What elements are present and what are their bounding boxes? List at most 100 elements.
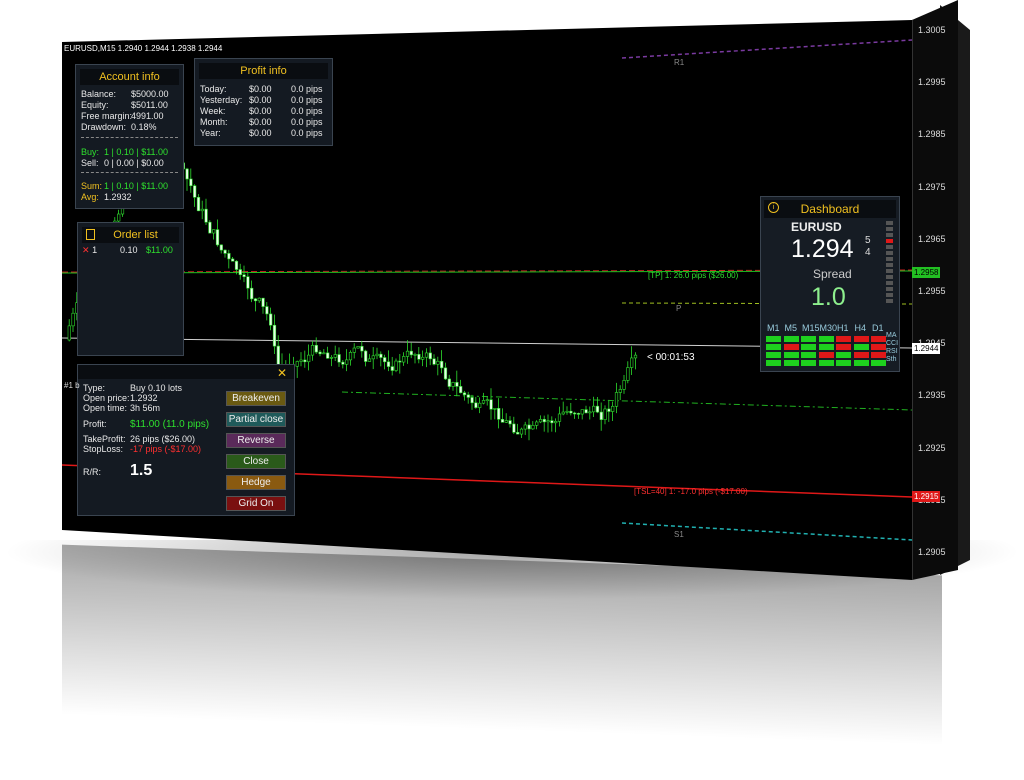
buy-value: 1 | 0.10 | $11.00: [104, 147, 169, 157]
signal-cell: [871, 336, 886, 342]
candle-body: [326, 352, 330, 359]
price-main: 1.294: [791, 235, 854, 263]
candle-body: [398, 360, 402, 363]
symbol-bar: EURUSD,M15 1.2940 1.2944 1.2938 1.2944: [64, 44, 223, 53]
meter-segment: [886, 239, 893, 243]
spread-meter: [886, 221, 893, 307]
order-list-panel: Order list ✕ 1 0.10 $11.00: [77, 222, 184, 356]
candle-body: [67, 325, 71, 341]
candle-body: [500, 419, 505, 423]
candle-body: [436, 360, 440, 365]
candle-body: [569, 410, 573, 414]
candle-body: [462, 392, 467, 396]
candle-body: [432, 358, 436, 365]
order-list-title-text: Order list: [113, 229, 158, 241]
candle-body: [356, 346, 360, 349]
dashboard-title-text: Dashboard: [800, 202, 860, 216]
dashboard-symbol: EURUSD: [791, 220, 842, 234]
candle-body: [215, 229, 220, 246]
order-row[interactable]: ✕ 1: [82, 245, 97, 256]
candle-body: [470, 397, 474, 404]
sum-label: Sum:: [81, 181, 103, 191]
action-button-reverse[interactable]: Reverse: [226, 433, 286, 448]
close-panel-icon[interactable]: ✕: [277, 366, 287, 380]
candle-body: [341, 361, 345, 365]
action-button-grid-on[interactable]: Grid On: [226, 496, 286, 511]
dashboard-panel: i Dashboard EURUSD 1.294 5 4 Spread 1.0 …: [760, 196, 900, 372]
candle-body: [219, 244, 223, 251]
account-row-value: 4991.00: [131, 111, 164, 121]
order-id: 1: [92, 245, 98, 255]
type-label: Type:: [83, 383, 106, 393]
close-order-icon[interactable]: ✕: [82, 245, 90, 255]
tsl-line-label[interactable]: [TSL=40] 1: -17.0 pips (-$17.00): [632, 486, 750, 497]
meter-segment: [886, 263, 893, 267]
sl-price-tag: 1.2915: [912, 491, 941, 502]
signal-cell: [818, 360, 834, 366]
order-detail-panel: ✕ Type: Buy 0.10 lots Open price: 1.2932…: [77, 364, 295, 516]
candle-body: [428, 352, 432, 360]
info-icon[interactable]: i: [768, 202, 779, 213]
candle-body: [565, 410, 569, 413]
profit-label: Profit:: [83, 419, 107, 429]
candle-body: [322, 352, 326, 355]
candle-body: [405, 350, 410, 357]
candle-body: [348, 352, 353, 361]
spread-value: 1.0: [811, 283, 846, 311]
profit-row-usd: $0.00: [249, 117, 272, 127]
chart-reflection: [62, 544, 942, 776]
meter-segment: [886, 257, 893, 261]
candle-body: [546, 420, 550, 423]
candle-body: [576, 413, 581, 415]
candle-body: [614, 392, 619, 407]
candle-body: [337, 354, 341, 363]
candle-body: [265, 306, 269, 315]
candle-body: [318, 351, 322, 355]
candle-body: [607, 408, 611, 412]
meter-segment: [886, 227, 893, 231]
signal-cell: [801, 344, 816, 350]
action-button-partial-close[interactable]: Partial close: [226, 412, 286, 427]
action-button-breakeven[interactable]: Breakeven: [226, 391, 286, 406]
candle-body: [250, 287, 254, 300]
tp-price-tag: 1.2958: [912, 267, 941, 278]
candle-body: [550, 420, 554, 424]
candle-body: [478, 402, 482, 408]
profit-row-label: Year:: [200, 128, 221, 138]
type-value: Buy 0.10 lots: [130, 383, 183, 393]
candle-body: [375, 353, 379, 357]
signal-cell: [853, 352, 869, 358]
profit-row-pips: 0.0 pips: [291, 106, 323, 116]
candle-body: [253, 298, 258, 302]
profit-row-label: Yesterday:: [200, 95, 243, 105]
candle-body: [231, 258, 235, 262]
candle-body: [257, 297, 261, 302]
candle-body: [386, 361, 391, 367]
candle-body: [371, 355, 375, 360]
candle-body: [196, 196, 201, 212]
tp-line-label[interactable]: [TP] 1: 26.0 pips ($26.00): [646, 270, 740, 281]
order-list-title: Order list: [82, 227, 179, 243]
screen: EURUSD,M15 1.2940 1.2944 1.2938 1.2944 A…: [0, 0, 1024, 780]
action-button-hedge[interactable]: Hedge: [226, 475, 286, 490]
action-button-close[interactable]: Close: [226, 454, 286, 469]
candle-body: [519, 428, 524, 435]
s1-line: [621, 522, 912, 541]
signal-cell: [818, 336, 834, 342]
candle-body: [459, 386, 463, 394]
profit-row-pips: 0.0 pips: [291, 117, 323, 127]
candle-body: [272, 324, 277, 347]
candle-body: [466, 394, 470, 398]
candle-body: [71, 312, 75, 327]
candle-body: [212, 229, 216, 234]
candle-body: [595, 405, 600, 413]
profit-row-pips: 0.0 pips: [291, 84, 323, 94]
candle-body: [333, 354, 337, 358]
signal-cell: [818, 352, 834, 358]
indicator-label: RSI: [886, 348, 898, 355]
candle-body: [531, 425, 535, 430]
open-price-label: Open price:: [83, 393, 130, 403]
indicator-label: MA: [886, 332, 897, 339]
signal-cell: [783, 344, 799, 350]
entry-line: [341, 391, 912, 411]
